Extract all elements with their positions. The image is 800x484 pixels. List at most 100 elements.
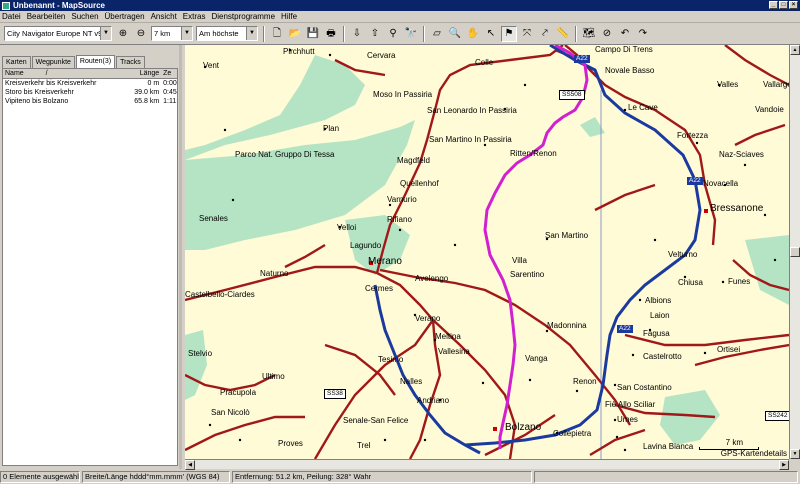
- road-shield: A22: [617, 325, 633, 333]
- tab-routen[interactable]: Routen(3): [75, 55, 116, 68]
- place-label: Parco Nat. Gruppo Di Tessa: [235, 150, 335, 159]
- place-label: Collepietra: [553, 429, 592, 438]
- column-time[interactable]: Ze: [161, 69, 177, 78]
- horizontal-scrollbar[interactable]: ◀ ▶: [185, 459, 789, 470]
- find-waypoint-icon[interactable]: ⚲: [385, 26, 401, 42]
- list-item[interactable]: Vipiteno bis Bolzano 65.8 km 1:11:3: [3, 97, 177, 106]
- window-title: Unbenannt - MapSource: [13, 1, 106, 10]
- menu-ansicht[interactable]: Ansicht: [151, 12, 177, 21]
- place-label: San Martino: [545, 231, 589, 240]
- scroll-thumb[interactable]: [790, 247, 800, 257]
- place-label: Senales: [199, 214, 228, 223]
- place-label: Varnurio: [387, 195, 417, 204]
- place-label: Tesimo: [378, 355, 404, 364]
- menu-extras[interactable]: Extras: [183, 12, 206, 21]
- map-view[interactable]: Pirchhutt Cervara Colle Vent Moso In Pas…: [185, 45, 789, 459]
- open-folder-icon[interactable]: 📂: [287, 26, 303, 42]
- toolbar-separator: [575, 25, 577, 42]
- place-label: Quellenhof: [400, 179, 439, 188]
- locality-dot: [545, 329, 549, 333]
- locality-dot: [615, 435, 619, 439]
- toolbar-separator: [343, 25, 345, 42]
- road-shield: SS242: [765, 411, 789, 421]
- menu-suchen[interactable]: Suchen: [71, 12, 98, 21]
- city-marker: [704, 209, 708, 213]
- save-disk-icon[interactable]: 💾: [305, 26, 321, 42]
- locality-dot: [388, 203, 392, 207]
- tool-disabled-icon[interactable]: ⊘: [599, 26, 615, 42]
- maximize-button[interactable]: □: [779, 1, 788, 9]
- place-label: Naz-Sciaves: [719, 150, 764, 159]
- zoom-scale-select[interactable]: 7 km ▼: [151, 26, 193, 41]
- place-label: Valles: [717, 80, 739, 89]
- list-item[interactable]: Kreisverkehr bis Kreisverkehr 0 m 0:00:0: [3, 79, 177, 88]
- map-product-select[interactable]: City Navigator Europe NT v9 ▼: [4, 26, 112, 41]
- scroll-down-icon[interactable]: ▼: [790, 449, 800, 459]
- place-label: Umes: [617, 415, 638, 424]
- road: [484, 414, 556, 457]
- menu-bearbeiten[interactable]: Bearbeiten: [27, 12, 66, 21]
- place-label: Rifiano: [387, 215, 412, 224]
- chevron-down-icon[interactable]: ▼: [100, 27, 111, 40]
- column-length[interactable]: Länge: [110, 69, 161, 78]
- chevron-down-icon[interactable]: ▼: [246, 27, 257, 40]
- place-label: Campo Di Trens: [595, 45, 653, 54]
- vertical-scrollbar[interactable]: ▲ ▼: [789, 45, 800, 459]
- print-icon[interactable]: 🖶: [323, 26, 339, 42]
- undo-icon[interactable]: ↶: [617, 26, 633, 42]
- track-tool-icon[interactable]: ⤤: [537, 26, 553, 42]
- close-button[interactable]: ×: [789, 1, 798, 9]
- locality-dot: [383, 438, 387, 442]
- redo-icon[interactable]: ↷: [635, 26, 651, 42]
- map-detail-select[interactable]: Am höchste ▼: [196, 26, 258, 41]
- menu-hilfe[interactable]: Hilfe: [281, 12, 297, 21]
- send-to-device-icon[interactable]: ⇧: [367, 26, 383, 42]
- place-label: Naturno: [260, 269, 289, 278]
- map-tool-icon[interactable]: ▱: [429, 26, 445, 42]
- zoom-tool-icon[interactable]: 🔍: [447, 26, 463, 42]
- status-distance: Entfernung: 51.2 km, Peilung: 328° Wahr: [232, 470, 532, 483]
- zoom-out-icon[interactable]: ⊖: [133, 26, 149, 42]
- column-name[interactable]: Name /: [3, 69, 110, 78]
- locality-dot: [631, 353, 635, 357]
- distance-ruler-icon[interactable]: 📏: [555, 26, 571, 42]
- scroll-up-icon[interactable]: ▲: [790, 45, 800, 55]
- place-label: Novale Basso: [605, 66, 655, 75]
- receive-from-device-icon[interactable]: ⇩: [349, 26, 365, 42]
- menu-uebertragen[interactable]: Übertragen: [105, 12, 145, 21]
- pointer-select-icon[interactable]: ↖: [483, 26, 499, 42]
- tab-karten[interactable]: Karten: [2, 56, 31, 68]
- tab-wegpunkte[interactable]: Wegpunkte: [31, 56, 75, 68]
- minimize-button[interactable]: _: [769, 1, 778, 9]
- place-label: Verano: [415, 314, 441, 323]
- place-label: Fagusa: [643, 329, 670, 338]
- place-label: Ritten/Renon: [510, 149, 557, 158]
- waypoint-flag-icon[interactable]: ⚑: [501, 25, 517, 42]
- locality-dot: [528, 378, 532, 382]
- place-label: Pracupola: [220, 388, 257, 397]
- toolbar-separator: [263, 25, 265, 42]
- forest-area: [745, 235, 789, 305]
- place-label: Magdfeld: [397, 156, 430, 165]
- find-places-icon[interactable]: 🔭: [403, 26, 419, 42]
- tab-tracks[interactable]: Tracks: [116, 56, 145, 68]
- chevron-down-icon[interactable]: ▼: [181, 27, 192, 40]
- locality-dot: [763, 213, 767, 217]
- map-product-icon[interactable]: 🗺: [581, 26, 597, 42]
- place-label: Senale-San Felice: [343, 416, 409, 425]
- zoom-in-icon[interactable]: ⊕: [115, 26, 131, 42]
- place-label: Vandoie: [755, 105, 784, 114]
- menu-datei[interactable]: Datei: [2, 12, 21, 21]
- menu-dienstprogramme[interactable]: Dienstprogramme: [211, 12, 275, 21]
- place-label: Renon: [573, 377, 597, 386]
- route-time: 0:45:4: [163, 89, 177, 96]
- place-label: Proves: [278, 439, 303, 448]
- toolbar-separator: [423, 25, 425, 42]
- hand-pan-icon[interactable]: ✋: [465, 26, 481, 42]
- place-label: Madonnina: [547, 321, 587, 330]
- place-label: Villa: [512, 256, 527, 265]
- new-document-icon[interactable]: 🗋: [269, 26, 285, 42]
- list-item[interactable]: Storo bis Kreisverkehr 39.0 km 0:45:4: [3, 88, 177, 97]
- route-tool-icon[interactable]: ⤧: [519, 26, 535, 42]
- place-label: Laion: [650, 311, 670, 320]
